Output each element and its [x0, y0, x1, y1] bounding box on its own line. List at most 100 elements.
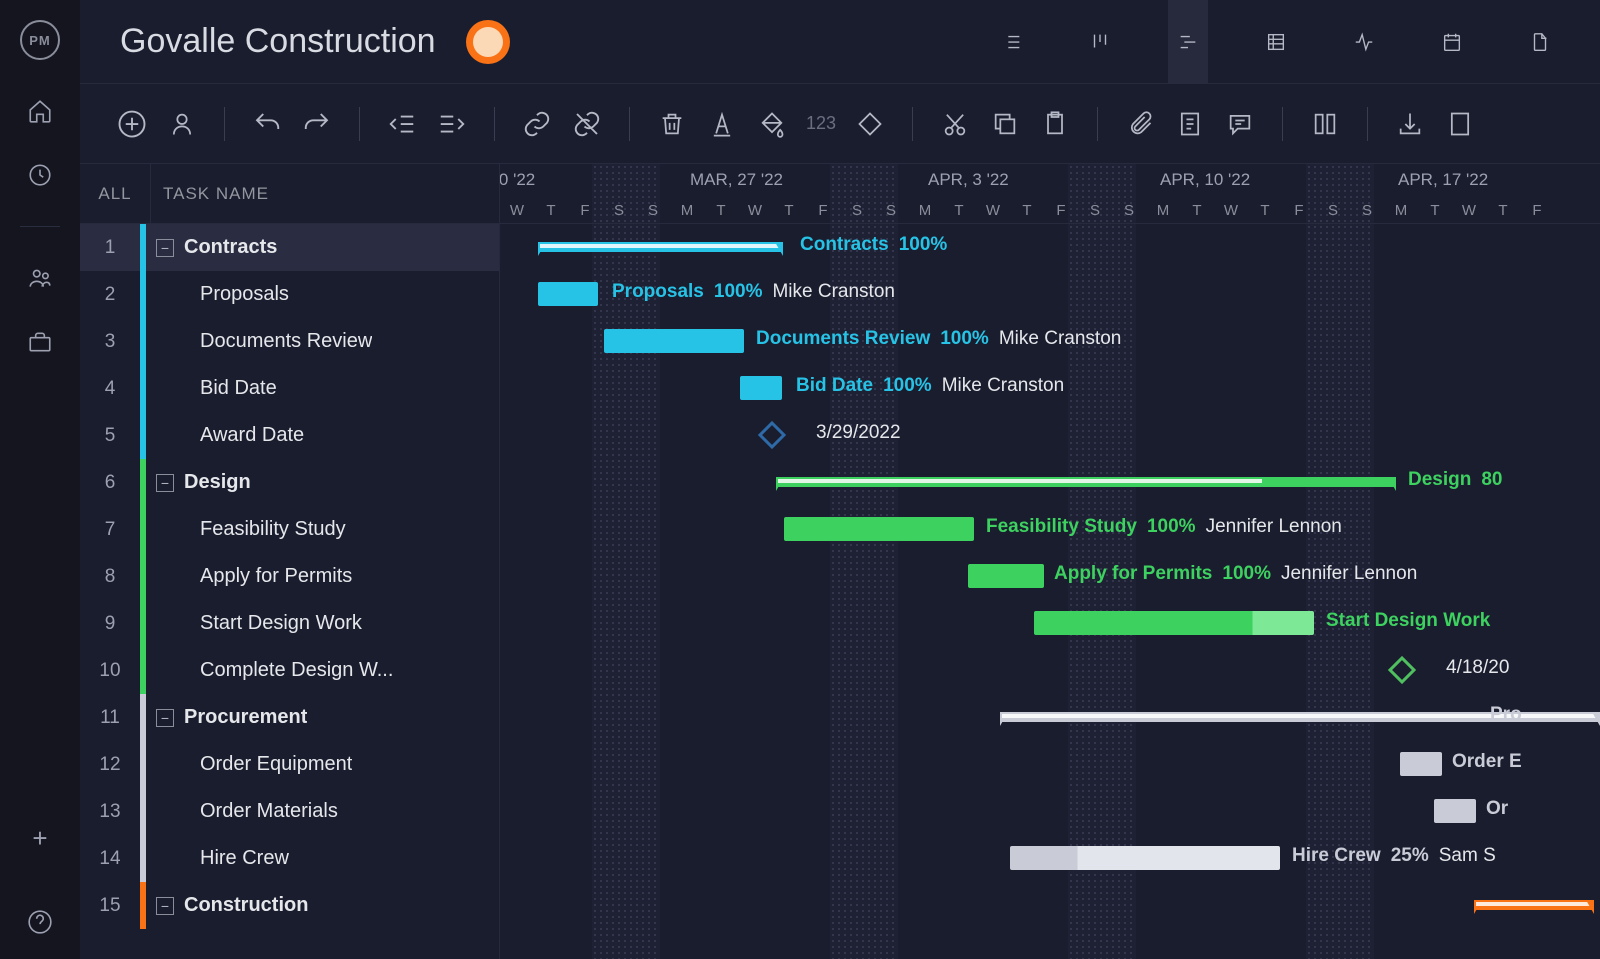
task-row[interactable]: 13Order Materials — [80, 788, 499, 835]
fill-color-button[interactable] — [756, 108, 788, 140]
task-row[interactable]: 10Complete Design W... — [80, 647, 499, 694]
task-bar[interactable] — [968, 564, 1044, 588]
priority-button[interactable] — [854, 108, 886, 140]
gantt-label: Or — [1486, 798, 1508, 820]
redo-button[interactable] — [301, 108, 333, 140]
toolbar-separator — [912, 107, 913, 141]
comment-button[interactable] — [1224, 108, 1256, 140]
task-row[interactable]: 6−Design — [80, 459, 499, 506]
gantt-body[interactable]: Contracts100%Proposals100%Mike CranstonD… — [500, 224, 1600, 929]
gantt-row[interactable]: Bid Date100%Mike Cranston — [500, 365, 1600, 412]
collapse-icon[interactable]: − — [156, 709, 174, 727]
unlink-button[interactable] — [571, 108, 603, 140]
task-row[interactable]: 9Start Design Work — [80, 600, 499, 647]
task-row[interactable]: 3Documents Review — [80, 318, 499, 365]
gantt-row[interactable]: Apply for Permits100%Jennifer Lennon — [500, 553, 1600, 600]
import-button[interactable] — [1394, 108, 1426, 140]
gantt-row[interactable]: Construction — [500, 882, 1600, 929]
task-row[interactable]: 4Bid Date — [80, 365, 499, 412]
columns-button[interactable] — [1309, 108, 1341, 140]
summary-bar[interactable] — [1474, 900, 1594, 910]
app-logo[interactable]: PM — [20, 20, 60, 60]
task-bar[interactable] — [538, 282, 598, 306]
gantt-row[interactable]: 4/18/20 — [500, 647, 1600, 694]
gantt-row[interactable]: Contracts100% — [500, 224, 1600, 271]
collapse-icon[interactable]: − — [156, 474, 174, 492]
task-name-cell: Order Equipment — [146, 753, 352, 776]
gantt-row[interactable]: Design80 — [500, 459, 1600, 506]
day-label: W — [500, 202, 534, 219]
add-task-button[interactable] — [116, 108, 148, 140]
number-input-label: 123 — [806, 113, 836, 134]
delete-button[interactable] — [656, 108, 688, 140]
clock-icon[interactable] — [27, 162, 53, 188]
milestone-marker[interactable] — [1388, 656, 1416, 684]
export-button[interactable] — [1444, 108, 1476, 140]
task-row[interactable]: 15−Construction — [80, 882, 499, 929]
row-number: 11 — [80, 707, 140, 729]
collapse-icon[interactable]: − — [156, 897, 174, 915]
gantt-row[interactable]: Pro — [500, 694, 1600, 741]
list-view-tab[interactable] — [992, 0, 1032, 84]
notes-button[interactable] — [1174, 108, 1206, 140]
task-row[interactable]: 5Award Date — [80, 412, 499, 459]
task-bar[interactable] — [1434, 799, 1476, 823]
summary-bar[interactable] — [538, 242, 783, 252]
link-button[interactable] — [521, 108, 553, 140]
assign-button[interactable] — [166, 108, 198, 140]
user-avatar[interactable] — [466, 20, 510, 64]
sheet-view-tab[interactable] — [1256, 0, 1296, 84]
collapse-icon[interactable]: − — [156, 239, 174, 257]
gantt-view-tab[interactable] — [1168, 0, 1208, 84]
home-icon[interactable] — [27, 98, 53, 124]
gantt-row[interactable]: Order E — [500, 741, 1600, 788]
gantt-row[interactable]: Documents Review100%Mike Cranston — [500, 318, 1600, 365]
task-name-cell: Contracts — [174, 236, 277, 259]
paste-button[interactable] — [1039, 108, 1071, 140]
task-bar[interactable] — [604, 329, 744, 353]
gantt-row[interactable]: Or — [500, 788, 1600, 835]
task-row[interactable]: 7Feasibility Study — [80, 506, 499, 553]
task-name-cell: Start Design Work — [146, 612, 362, 635]
briefcase-icon[interactable] — [27, 329, 53, 355]
cut-button[interactable] — [939, 108, 971, 140]
milestone-marker[interactable] — [758, 421, 786, 449]
task-bar[interactable] — [1010, 846, 1280, 870]
file-view-tab[interactable] — [1520, 0, 1560, 84]
day-label: S — [1316, 202, 1350, 219]
copy-button[interactable] — [989, 108, 1021, 140]
task-row[interactable]: 8Apply for Permits — [80, 553, 499, 600]
day-label: S — [874, 202, 908, 219]
task-row[interactable]: 1−Contracts — [80, 224, 499, 271]
gantt-row[interactable]: 3/29/2022 — [500, 412, 1600, 459]
task-row[interactable]: 12Order Equipment — [80, 741, 499, 788]
indent-button[interactable] — [436, 108, 468, 140]
column-all[interactable]: ALL — [80, 184, 150, 204]
app-header: Govalle Construction — [80, 0, 1600, 84]
undo-button[interactable] — [251, 108, 283, 140]
gantt-row[interactable]: Start Design Work — [500, 600, 1600, 647]
column-task-name[interactable]: TASK NAME — [150, 164, 269, 223]
calendar-view-tab[interactable] — [1432, 0, 1472, 84]
activity-view-tab[interactable] — [1344, 0, 1384, 84]
gantt-row[interactable]: Proposals100%Mike Cranston — [500, 271, 1600, 318]
day-label: S — [1112, 202, 1146, 219]
board-view-tab[interactable] — [1080, 0, 1120, 84]
people-icon[interactable] — [27, 265, 53, 291]
add-icon[interactable]: + — [27, 825, 53, 851]
gantt-row[interactable]: Hire Crew25%Sam S — [500, 835, 1600, 882]
task-row[interactable]: 14Hire Crew — [80, 835, 499, 882]
summary-bar[interactable] — [776, 477, 1396, 487]
task-row[interactable]: 2Proposals — [80, 271, 499, 318]
task-bar[interactable] — [784, 517, 974, 541]
outdent-button[interactable] — [386, 108, 418, 140]
task-bar[interactable] — [1034, 611, 1314, 635]
text-color-button[interactable] — [706, 108, 738, 140]
help-icon[interactable] — [27, 909, 53, 935]
task-bar[interactable] — [1400, 752, 1442, 776]
attach-button[interactable] — [1124, 108, 1156, 140]
row-number: 2 — [80, 284, 140, 306]
task-bar[interactable] — [740, 376, 782, 400]
gantt-row[interactable]: Feasibility Study100%Jennifer Lennon — [500, 506, 1600, 553]
task-row[interactable]: 11−Procurement — [80, 694, 499, 741]
